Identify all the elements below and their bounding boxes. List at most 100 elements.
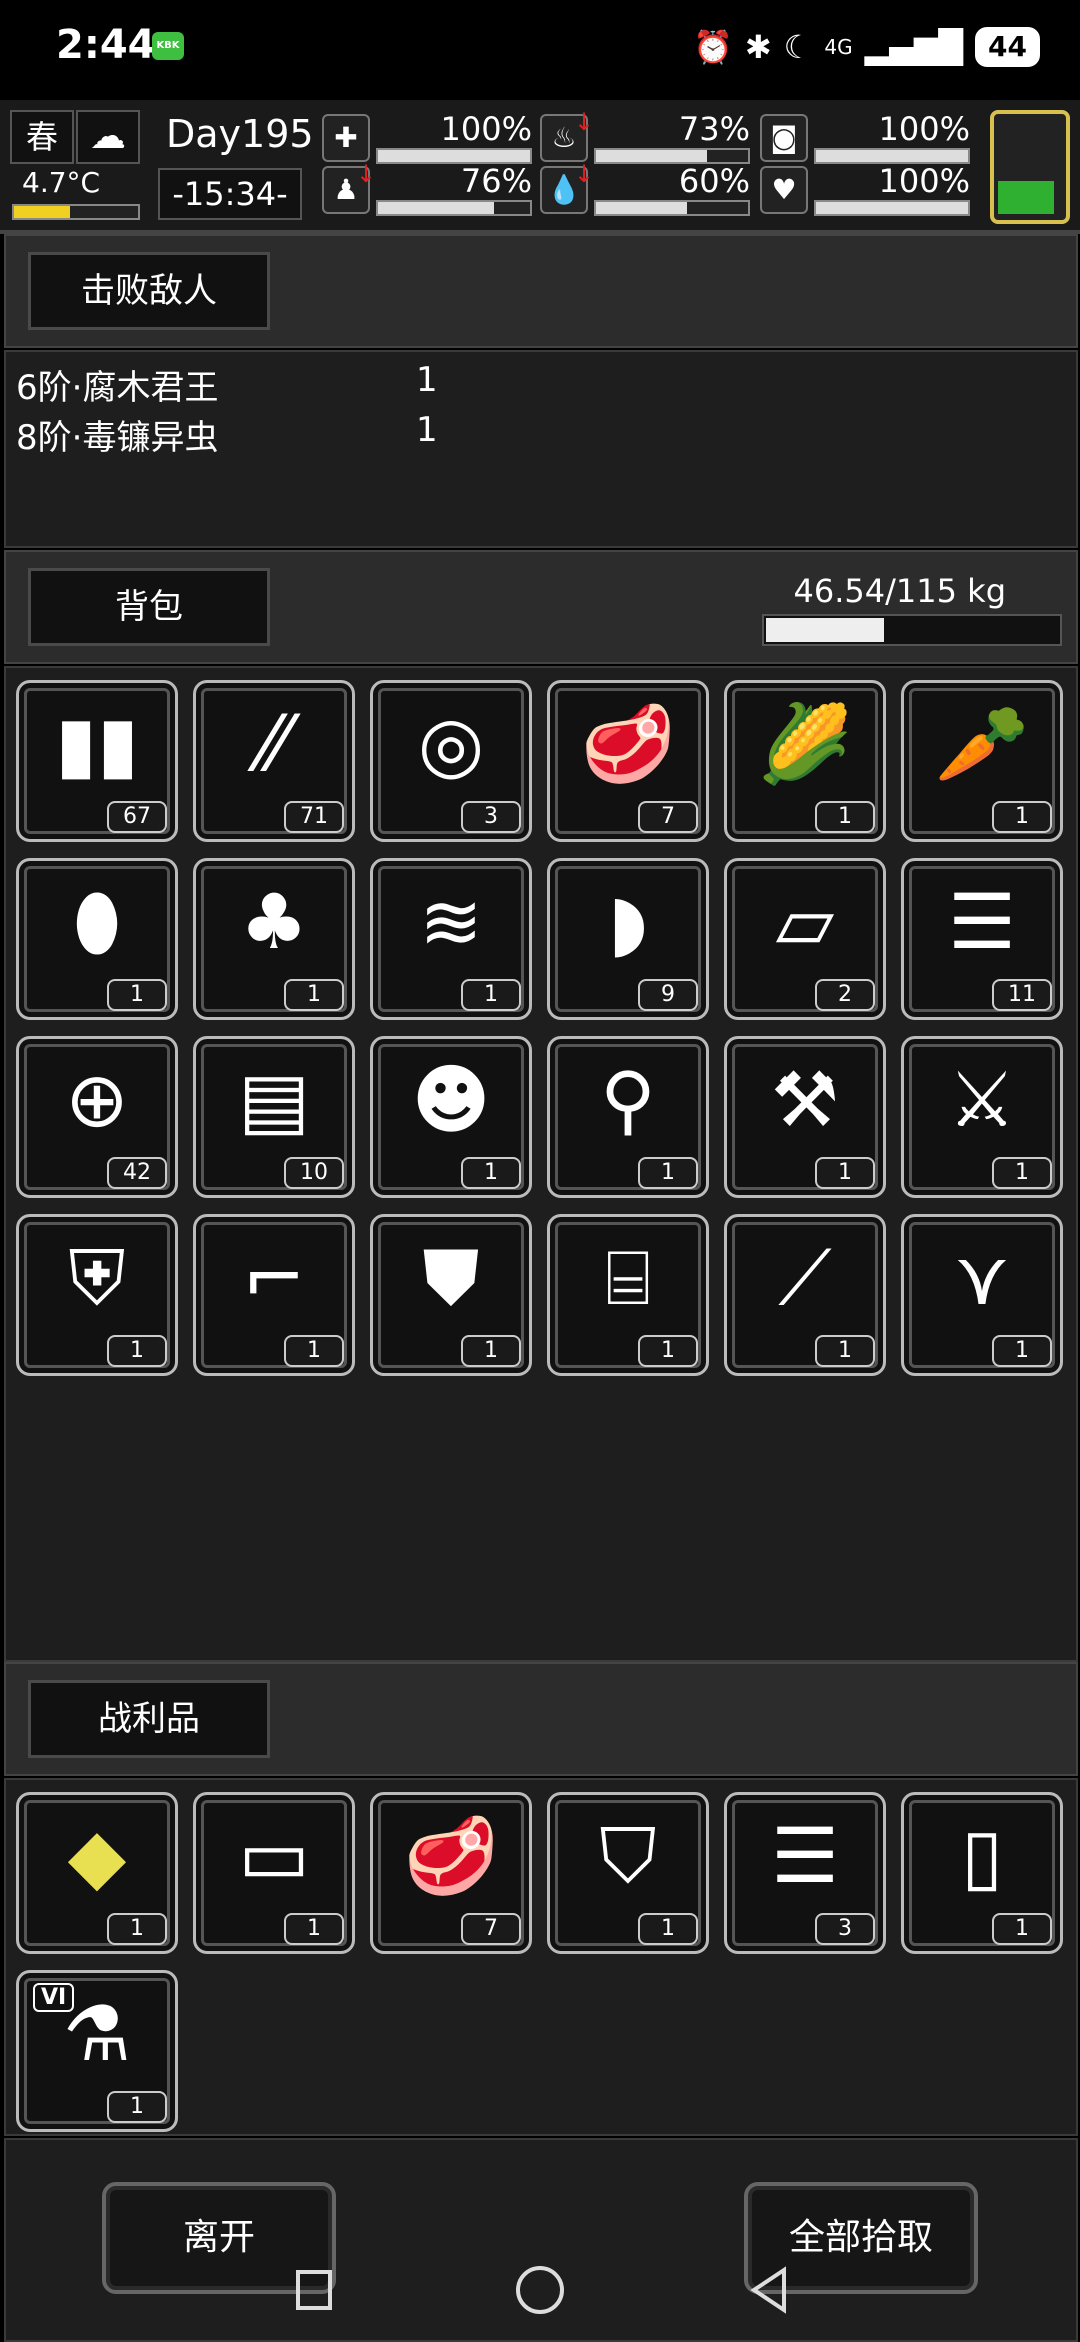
stat-value: 100% (878, 162, 970, 200)
item-count: 1 (461, 1157, 521, 1189)
kbk-notification-icon: KBK (152, 32, 184, 60)
weather-cloud-icon: ☁ (76, 110, 140, 164)
item-slot[interactable]: ⛊ 1 (370, 1214, 532, 1376)
alarm-icon: ⏰ (693, 28, 733, 66)
item-count: 3 (815, 1913, 875, 1945)
enemy-count: 1 (416, 410, 438, 450)
item-slot[interactable]: ⚒ 1 (724, 1036, 886, 1198)
paper-sheet-icon: ▯ (961, 1811, 1003, 1900)
item-slot[interactable]: ⚲ 1 (547, 1036, 709, 1198)
item-slot[interactable]: ≋ 1 (370, 858, 532, 1020)
item-slot[interactable]: ⟋ 1 (724, 1214, 886, 1376)
item-slot[interactable]: ⚗ VI 1 (16, 1970, 178, 2132)
defeated-title: 击败敌人 (28, 252, 270, 330)
game-clock: -15:34- (158, 168, 302, 220)
item-count: 1 (284, 1913, 344, 1945)
ammo-magazine-icon: ▮▮ (55, 699, 139, 788)
item-slot[interactable]: 🥩 7 (547, 680, 709, 842)
item-count: 2 (815, 979, 875, 1011)
item-slot[interactable]: ⌐ 1 (193, 1214, 355, 1376)
moon-icon: ☾ (783, 28, 813, 66)
item-count: 71 (284, 801, 344, 833)
item-count: 1 (284, 979, 344, 1011)
item-slot[interactable]: ▮▮ 67 (16, 680, 178, 842)
temperature: 4.7°C (22, 166, 101, 199)
status-bar: 2:44 KBK ⏰ ✱ ☾ 4G ▂▄▆█ 44 (0, 0, 1080, 100)
defeated-list: 6阶·腐木君王 1 8阶·毒镰异虫 1 (4, 350, 1078, 548)
machete-icon: ⚔ (947, 1055, 1017, 1144)
item-slot[interactable]: ⛉ 1 (547, 1792, 709, 1954)
item-slot[interactable]: ⚔ 1 (901, 1036, 1063, 1198)
decreasing-arrow-icon: ↓ (574, 108, 595, 136)
grenade-icon: ▤ (238, 1055, 310, 1144)
item-slot[interactable]: ⛨ 1 (16, 1214, 178, 1376)
meat-icon: 🥩 (403, 1811, 499, 1900)
stat-medkit: ✚ 100% (322, 108, 532, 164)
leather-icon: ◗ (607, 877, 649, 966)
item-count: 1 (107, 1913, 167, 1945)
item-slot[interactable]: ⁄⁄ 71 (193, 680, 355, 842)
shotgun-icon: ⌐ (242, 1233, 306, 1322)
animal-hat-icon: ☻ (411, 1055, 491, 1144)
item-count: 42 (107, 1157, 167, 1189)
cloth-icon: ▱ (775, 877, 835, 966)
backpack-header: 背包 46.54/115 kg (4, 550, 1078, 664)
season-badge: 春 (10, 110, 74, 164)
item-count: 3 (461, 801, 521, 833)
item-slot[interactable]: ▱ 2 (724, 858, 886, 1020)
stat-bar (376, 200, 532, 216)
stat-heart: ♥ 100% (760, 160, 970, 216)
item-slot[interactable]: ⌸ 1 (547, 1214, 709, 1376)
item-slot[interactable]: ⊕ 42 (16, 1036, 178, 1198)
status-icons: ⏰ ✱ ☾ 4G ▂▄▆█ 44 (693, 22, 1040, 72)
fur-pelt-icon: ♣ (239, 877, 309, 966)
backpack-grid: ▮▮ 67 ⁄⁄ 71 ◎ 3 🥩 7 🌽 1 🥕 1 ⬮ 1 ♣ 1 ≋ 1 ◗ 9 ▱ 2 ☰ 11 ⊕ 42 ▤ 10 ☻ 1 ⚲ 1 ⚒… (4, 666, 1078, 1662)
shovel-icon: ⚲ (600, 1055, 656, 1144)
item-slot[interactable]: ☰ 3 (724, 1792, 886, 1954)
medkit-icon: ✚ (322, 114, 370, 162)
energy-meter[interactable] (990, 110, 1070, 224)
item-slot[interactable]: ◗ 9 (547, 858, 709, 1020)
rope-icon: ◎ (417, 699, 485, 788)
striped-pelt-icon: ≋ (419, 877, 483, 966)
backpack-icon: ⌸ (605, 1233, 651, 1322)
stat-bladder: ◙ 100% (760, 108, 970, 164)
item-count: 1 (284, 1335, 344, 1367)
item-count: 1 (815, 1157, 875, 1189)
item-slot[interactable]: ⋎ 1 (901, 1214, 1063, 1376)
item-count: 1 (815, 1335, 875, 1367)
item-slot[interactable]: ⬮ 1 (16, 858, 178, 1020)
folded-cloth-icon: ☰ (770, 1811, 840, 1900)
item-slot[interactable]: 🥩 7 (370, 1792, 532, 1954)
knee-pads-icon: ⋎ (954, 1233, 1010, 1322)
item-slot[interactable]: ☰ 11 (901, 858, 1063, 1020)
item-slot[interactable]: ♣ 1 (193, 858, 355, 1020)
item-count: 10 (284, 1157, 344, 1189)
weight-bar (762, 614, 1062, 646)
item-slot[interactable]: ◆ 1 (16, 1792, 178, 1954)
gold-crystal-icon: ◆ (67, 1811, 127, 1900)
battery-icon: 44 (975, 27, 1040, 67)
item-slot[interactable]: 🌽 1 (724, 680, 886, 842)
weight-label: 46.54/115 kg (793, 572, 1006, 610)
item-slot[interactable]: ▤ 10 (193, 1036, 355, 1198)
item-slot[interactable]: ☻ 1 (370, 1036, 532, 1198)
item-count: 7 (461, 1913, 521, 1945)
item-count: 1 (638, 1157, 698, 1189)
item-count: 1 (638, 1335, 698, 1367)
item-count: 7 (638, 801, 698, 833)
rifle-bullets-icon: ⁄⁄ (261, 699, 287, 788)
item-slot[interactable]: 🥕 1 (901, 680, 1063, 842)
item-slot[interactable]: ▭ 1 (193, 1792, 355, 1954)
stat-value: 100% (878, 110, 970, 148)
net-icon: ⊕ (65, 1055, 129, 1144)
recents-nav-icon[interactable] (284, 2260, 344, 2320)
back-nav-icon[interactable] (740, 2260, 800, 2320)
signal-icon: ▂▄▆█ (864, 28, 964, 66)
bladder-icon: ◙ (760, 114, 808, 162)
item-slot[interactable]: ▯ 1 (901, 1792, 1063, 1954)
stat-bar (814, 200, 970, 216)
temperature-bar (12, 204, 140, 220)
home-nav-icon[interactable] (510, 2260, 570, 2320)
item-slot[interactable]: ◎ 3 (370, 680, 532, 842)
